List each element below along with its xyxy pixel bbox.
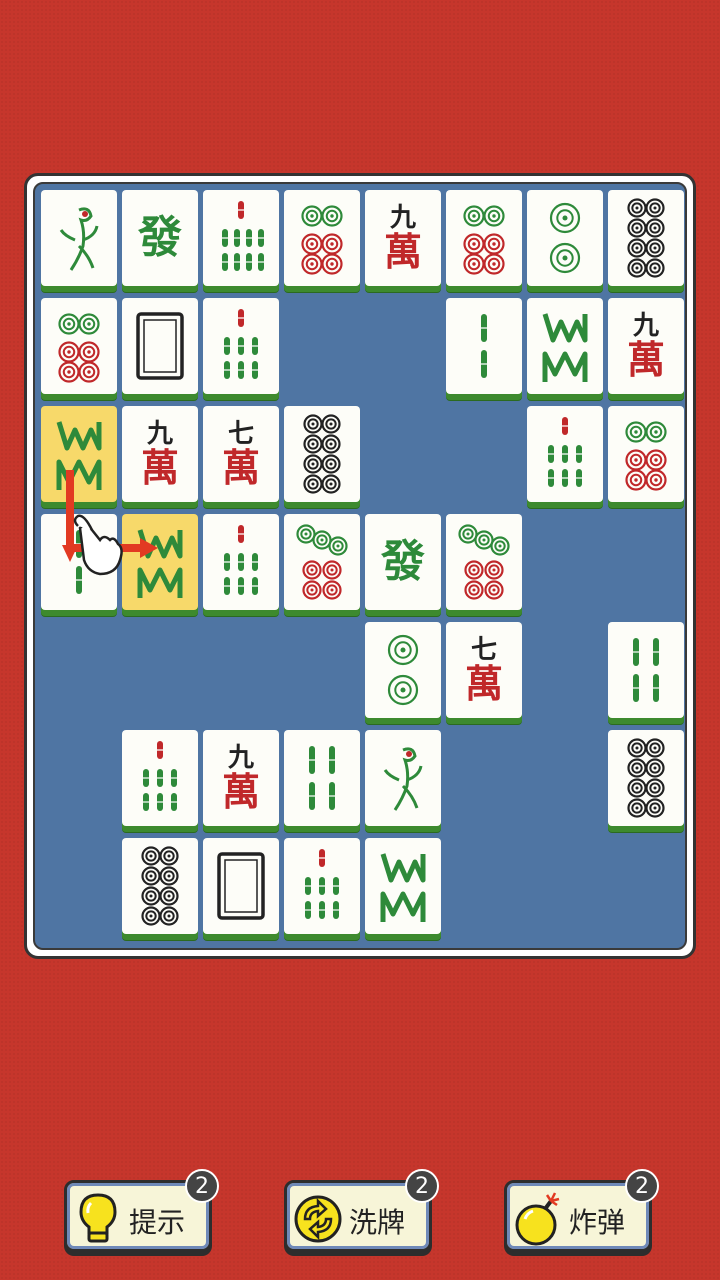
game-board: 發 九 萬 九 萬 九 萬 七 萬 發 七 萬 九 萬: [33, 182, 687, 950]
mahjong-tile-dots[interactable]: [608, 730, 684, 826]
mahjong-tile-dots[interactable]: [41, 298, 117, 394]
count-badge: 2: [185, 1169, 219, 1203]
mahjong-tile-bamboo[interactable]: [203, 190, 279, 286]
mahjong-tile-character[interactable]: 七 萬: [203, 406, 279, 502]
mahjong-tile-bamboo[interactable]: [284, 730, 360, 826]
mahjong-tile-white-dragon[interactable]: [122, 298, 198, 394]
mahjong-tile-bamboo[interactable]: [608, 622, 684, 718]
mahjong-tile-bamboo[interactable]: [41, 514, 117, 610]
mahjong-tile-character[interactable]: 九 萬: [608, 298, 684, 394]
mahjong-tile-dots[interactable]: [284, 514, 360, 610]
mahjong-tile-dots[interactable]: [284, 406, 360, 502]
mahjong-tile-dots[interactable]: [365, 622, 441, 718]
mahjong-tile-bamboo[interactable]: [446, 298, 522, 394]
bomb-icon: [511, 1189, 565, 1247]
mahjong-tile-dots[interactable]: [446, 514, 522, 610]
mahjong-tile-bamboo[interactable]: [527, 406, 603, 502]
mahjong-tile-character[interactable]: 九 萬: [203, 730, 279, 826]
button-label: 提示: [129, 1206, 186, 1239]
count-badge: 2: [625, 1169, 659, 1203]
mahjong-tile-bamboo[interactable]: [365, 838, 441, 934]
mahjong-tile-bamboo[interactable]: [284, 838, 360, 934]
mahjong-tile-bird[interactable]: [365, 730, 441, 826]
button-label: 洗牌: [349, 1206, 406, 1239]
mahjong-tile-dots[interactable]: [284, 190, 360, 286]
mahjong-tile-bamboo[interactable]: [203, 298, 279, 394]
hint-button[interactable]: 提示 2: [64, 1169, 219, 1252]
board-frame: 發 九 萬 九 萬 九 萬 七 萬 發 七 萬 九 萬: [24, 173, 696, 959]
mahjong-tile-dots[interactable]: [608, 190, 684, 286]
mahjong-tile-bird[interactable]: [41, 190, 117, 286]
mahjong-tile-dots[interactable]: [446, 190, 522, 286]
mahjong-tile-character[interactable]: 九 萬: [122, 406, 198, 502]
shuffle-icon: [291, 1189, 345, 1247]
mahjong-tile-character[interactable]: 七 萬: [446, 622, 522, 718]
count-badge: 2: [405, 1169, 439, 1203]
mahjong-tile-dots[interactable]: [527, 190, 603, 286]
mahjong-tile-bamboo[interactable]: [527, 298, 603, 394]
lightbulb-icon: [71, 1189, 125, 1247]
button-label: 炸弹: [569, 1206, 626, 1239]
mahjong-tile-green-dragon[interactable]: 發: [122, 190, 198, 286]
mahjong-tile-bamboo[interactable]: [122, 514, 198, 610]
mahjong-tile-green-dragon[interactable]: 發: [365, 514, 441, 610]
mahjong-tile-dots[interactable]: [608, 406, 684, 502]
mahjong-tile-bamboo[interactable]: [203, 514, 279, 610]
mahjong-tile-white-dragon[interactable]: [203, 838, 279, 934]
mahjong-tile-character[interactable]: 九 萬: [365, 190, 441, 286]
shuffle-button[interactable]: 洗牌 2: [284, 1169, 439, 1252]
mahjong-tile-bamboo[interactable]: [41, 406, 117, 502]
bomb-button[interactable]: 炸弹 2: [504, 1169, 659, 1252]
mahjong-tile-bamboo[interactable]: [122, 730, 198, 826]
mahjong-tile-dots[interactable]: [122, 838, 198, 934]
